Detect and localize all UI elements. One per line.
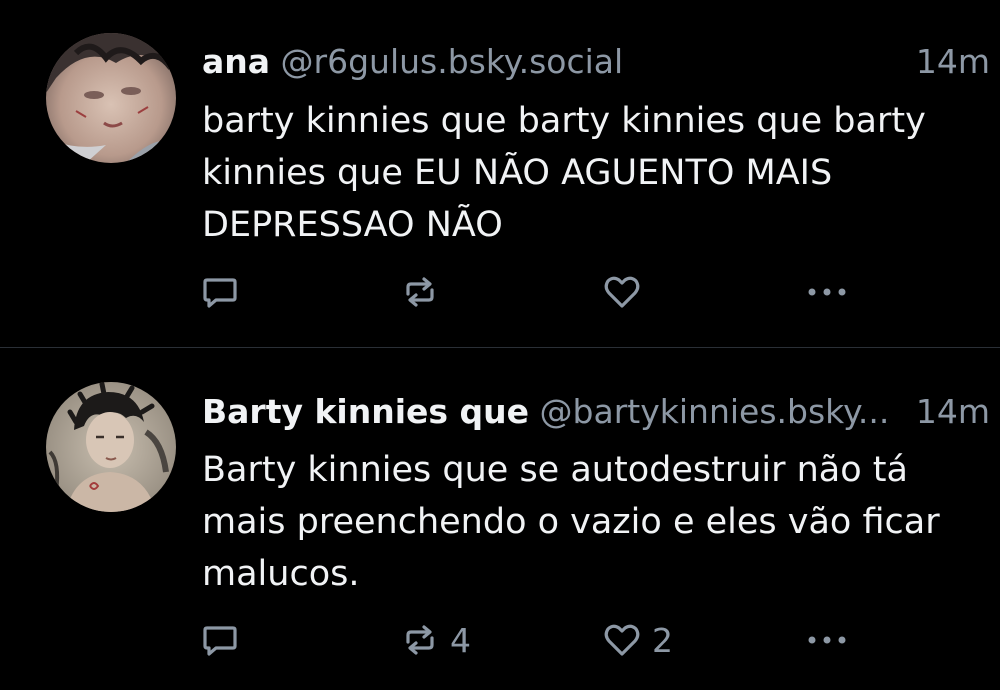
author-handle[interactable]: @r6gulus.bsky.social [281,42,624,81]
post-time[interactable]: 14m [916,390,990,434]
reply-icon [203,278,237,308]
more-button[interactable] [804,270,850,314]
more-icon [808,288,846,296]
post-time[interactable]: 14m [916,40,990,84]
post-item[interactable]: ana @r6gulus.bsky.social 14m barty kinni… [0,0,1000,347]
repost-icon [406,277,434,307]
post-text: barty kinnies que barty kinnies que bart… [202,101,926,245]
repost-icon [406,625,434,655]
like-count: 2 [652,620,673,660]
post-header: Barty kinnies que @bartykinnies.bsky... … [202,390,990,434]
author-handle[interactable]: @bartykinnies.bsky... [540,392,890,431]
more-icon [808,636,846,644]
reply-button[interactable] [200,618,240,662]
author-name[interactable]: ana [202,42,270,81]
post-text: Barty kinnies que se autodestruir não tá… [202,450,940,594]
more-button[interactable] [804,618,850,662]
reply-icon [203,626,237,656]
heart-icon [604,276,640,308]
repost-count: 4 [450,620,471,660]
author-name[interactable]: Barty kinnies que [202,392,529,431]
like-button[interactable]: 2 [602,618,673,662]
repost-button[interactable]: 4 [400,618,471,662]
repost-button[interactable] [400,270,450,314]
heart-icon [604,624,640,656]
reply-button[interactable] [200,270,240,314]
post-actions: 4 2 [0,618,1000,662]
like-button[interactable] [602,270,652,314]
post-actions [0,270,1000,314]
avatar[interactable] [46,33,176,163]
avatar[interactable] [46,382,176,512]
post-item[interactable]: Barty kinnies que @bartykinnies.bsky... … [0,348,1000,690]
post-header: ana @r6gulus.bsky.social 14m [202,40,990,84]
